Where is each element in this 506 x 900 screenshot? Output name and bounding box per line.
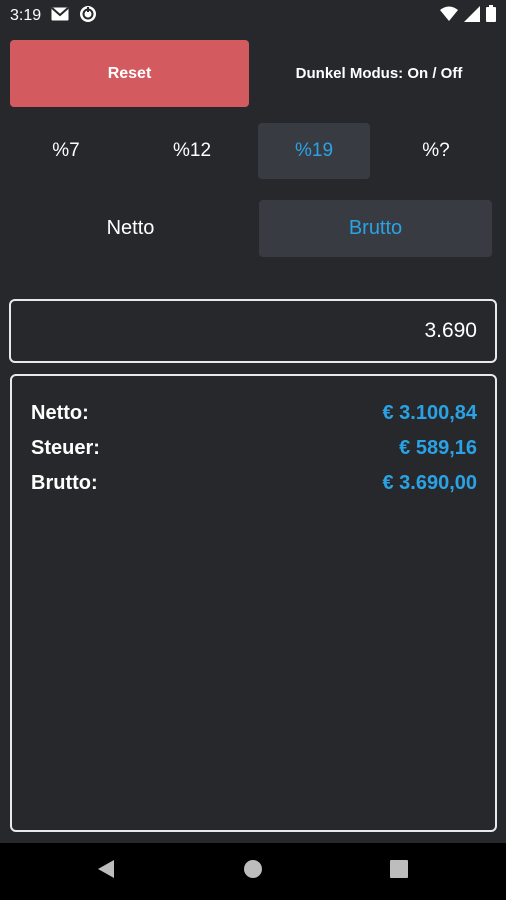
recents-button[interactable]: [369, 843, 429, 900]
tax-rate-12-button[interactable]: %12: [136, 123, 248, 179]
status-time: 3:19: [10, 7, 42, 24]
dark-mode-label: Dunkel Modus: On / Off: [295, 65, 463, 82]
results-panel: Netto: € 3.100,84 Steuer: € 589,16 Brutt…: [10, 374, 497, 832]
amount-value: 3.690: [424, 319, 477, 342]
netto-result-value: € 3.100,84: [382, 402, 477, 424]
steuer-result-value: € 589,16: [399, 437, 477, 459]
brutto-mode-label: Brutto: [348, 217, 403, 239]
netto-mode-label: Netto: [106, 217, 155, 239]
status-left: 3:19: [10, 5, 97, 28]
gmail-icon: [51, 6, 69, 26]
dark-mode-toggle[interactable]: Dunkel Modus: On / Off: [262, 40, 496, 107]
status-bar: 3:19: [0, 0, 506, 32]
signal-icon: [464, 5, 480, 27]
status-right: [440, 5, 496, 27]
netto-result-label: Netto:: [31, 402, 89, 424]
mode-selector: Netto Brutto: [10, 200, 492, 257]
tax-rate-label: %7: [52, 140, 80, 161]
back-button[interactable]: [76, 843, 136, 900]
steuer-result-label: Steuer:: [31, 437, 100, 459]
brutto-row: Brutto: € 3.690,00: [31, 466, 477, 501]
brutto-result-label: Brutto:: [31, 472, 98, 494]
wifi-icon: [440, 6, 458, 27]
amount-input[interactable]: 3.690: [9, 299, 497, 363]
brutto-mode-button[interactable]: Brutto: [259, 200, 492, 257]
tax-rate-label: %?: [422, 140, 450, 161]
reset-button-label: Reset: [107, 64, 152, 82]
reset-button[interactable]: Reset: [10, 40, 249, 107]
home-icon: [243, 859, 263, 884]
tax-rate-7-button[interactable]: %7: [10, 123, 122, 179]
navigation-bar: [0, 843, 506, 900]
brutto-result-value: € 3.690,00: [382, 472, 477, 494]
tax-rate-label: %12: [172, 140, 212, 161]
back-icon: [97, 859, 115, 884]
home-button[interactable]: [223, 843, 283, 900]
tax-rate-custom-button[interactable]: %?: [380, 123, 492, 179]
tax-rate-selector: %7 %12 %19 %?: [10, 123, 496, 179]
tax-rate-19-button[interactable]: %19: [258, 123, 370, 179]
sync-icon: [79, 5, 97, 28]
steuer-row: Steuer: € 589,16: [31, 431, 477, 466]
recents-icon: [390, 860, 408, 883]
netto-row: Netto: € 3.100,84: [31, 396, 477, 431]
battery-icon: [486, 5, 496, 27]
netto-mode-button[interactable]: Netto: [14, 200, 247, 257]
tax-rate-label: %19: [294, 140, 334, 161]
